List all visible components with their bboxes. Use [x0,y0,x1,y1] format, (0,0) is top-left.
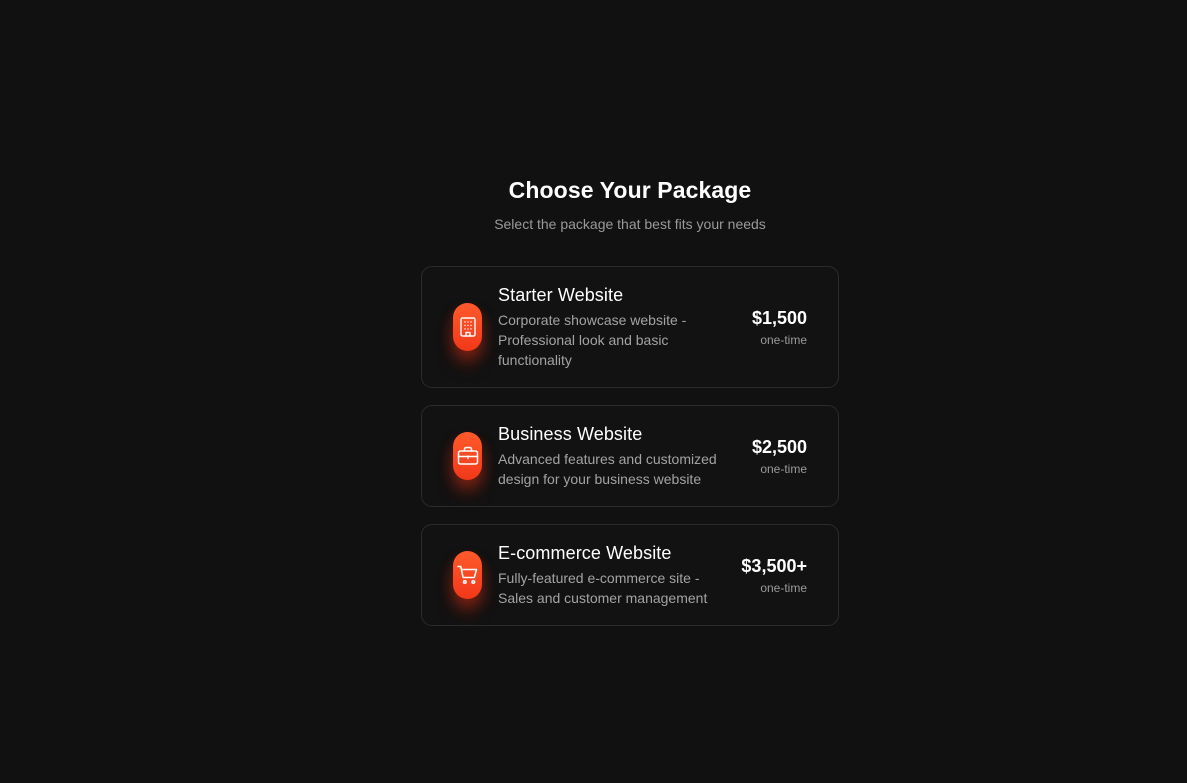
package-card-business[interactable]: Business Website Advanced features and c… [421,405,839,507]
package-info: E-commerce Website Fully-featured e-comm… [498,542,731,608]
package-icon-badge [453,432,483,480]
package-name: Business Website [498,424,643,444]
package-pricing: $2,500 one-time [752,436,807,477]
package-price: $1,500 [751,307,807,328]
package-info: Business Website Advanced features and c… [498,423,742,489]
page-subtitle: Select the package that best fits your n… [494,216,766,232]
package-info: Starter Website Corporate showcase websi… [498,284,742,370]
package-icon-badge [453,303,483,351]
package-description: Corporate showcase website - Professiona… [498,312,687,368]
package-pricing: $1,500 one-time [752,307,807,348]
package-description: Fully-featured e-commerce site - Sales a… [498,570,708,606]
package-card-ecommerce[interactable]: E-commerce Website Fully-featured e-comm… [421,524,839,626]
briefcase-icon [457,446,478,465]
package-price-period: one-time [760,580,807,595]
package-pricing: $3,500+ one-time [741,555,807,596]
package-list: Starter Website Corporate showcase websi… [421,266,839,643]
page-header: Choose Your Package Select the package t… [0,174,1187,233]
package-price: $3,500+ [741,555,807,576]
package-selection-page: Choose Your Package Select the package t… [0,0,1187,783]
package-description: Advanced features and customized design … [498,451,717,487]
page-title: Choose Your Package [508,177,752,203]
package-price-period: one-time [760,332,807,347]
package-price: $2,500 [751,436,807,457]
package-icon-badge [453,551,483,599]
package-card-starter[interactable]: Starter Website Corporate showcase websi… [421,266,839,388]
package-name: E-commerce Website [498,543,672,563]
shopping-cart-icon [456,565,477,585]
package-price-period: one-time [760,461,807,476]
building-icon [459,317,476,337]
package-name: Starter Website [498,285,624,305]
